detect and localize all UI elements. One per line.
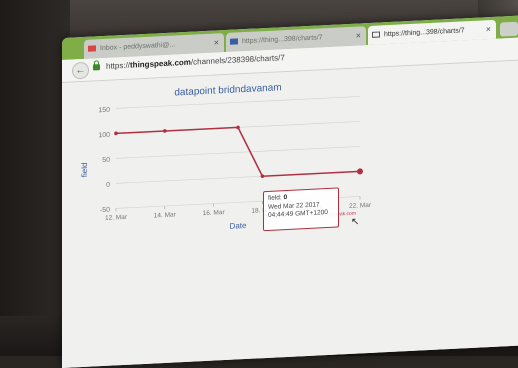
x-axis-label: Date [230, 221, 247, 231]
y-tick-label: 0 [106, 182, 110, 189]
mail-icon [88, 45, 96, 52]
grid-line [116, 96, 360, 109]
url-scheme: https:// [106, 60, 131, 71]
tooltip-time: 04:44:49 GMT+1200 [268, 208, 328, 219]
x-tick-label: 14. Mar [154, 211, 177, 219]
page-content: 150100500-50 12. Mar14. Mar16. Mar18. Ma… [62, 60, 518, 368]
y-tick-label: 100 [98, 132, 110, 140]
url-host: thingspeak.com [130, 57, 191, 70]
data-point[interactable] [163, 129, 167, 133]
tooltip-field-value: 0 [283, 193, 288, 202]
y-tick-label: 50 [102, 157, 110, 164]
x-tick-label: 12. Mar [105, 214, 128, 222]
tab-label: https://thing...398/charts/7 [242, 34, 323, 46]
y-tick-label: 150 [98, 107, 110, 115]
grid-line [116, 146, 360, 159]
background-left [0, 0, 70, 356]
laptop-screen: Inbox - peddyswathi@... × https://thing.… [62, 15, 518, 368]
page-icon [230, 38, 238, 45]
data-point[interactable] [357, 168, 363, 175]
address-bar[interactable]: https://thingspeak.com/channels/238398/c… [106, 53, 285, 71]
close-icon[interactable]: × [486, 20, 491, 39]
tab-label: https://thing...398/charts/7 [384, 27, 465, 39]
tab-label: Inbox - peddyswathi@... [100, 41, 176, 53]
tooltip-field-label: field: [268, 194, 282, 202]
x-tick-label: 16. Mar [203, 209, 226, 217]
x-tick-label: 22. Mar [349, 202, 372, 210]
chart-title: datapoint bridndavanam [174, 82, 281, 98]
data-point[interactable] [114, 131, 118, 136]
lock-icon [93, 64, 100, 71]
new-tab-button[interactable] [500, 21, 518, 37]
back-button[interactable]: ← [72, 61, 89, 80]
data-tooltip: field: 0 Wed Mar 22 2017 04:44:49 GMT+12… [263, 187, 339, 232]
mouse-cursor-icon: ↖ [351, 216, 360, 228]
page-icon [372, 31, 380, 38]
close-icon[interactable]: × [214, 33, 219, 52]
url-path: /channels/238398/charts/7 [190, 53, 285, 67]
y-axis-label: field [80, 162, 89, 177]
close-icon[interactable]: × [356, 26, 361, 45]
y-tick-label: -50 [100, 207, 110, 214]
